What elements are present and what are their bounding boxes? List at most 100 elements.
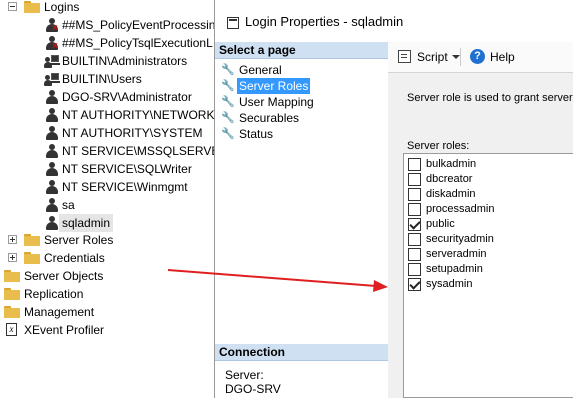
dialog-titlebar: Login Properties - sqladmin	[215, 0, 573, 43]
login-label: NT AUTHORITY\SYSTEM	[62, 126, 203, 140]
dialog-title: Login Properties - sqladmin	[245, 14, 404, 29]
role-label: setupadmin	[426, 263, 483, 275]
login-label: BUILTIN\Users	[62, 72, 142, 86]
folder-icon	[4, 270, 20, 282]
expand-icon[interactable]	[8, 253, 17, 262]
server-value: DGO-SRV	[225, 382, 281, 396]
role-checkbox[interactable]	[408, 173, 421, 186]
disabled-user-icon: ×	[44, 35, 60, 52]
tree-label: Server Objects	[24, 269, 104, 283]
login-label: NT SERVICE\MSSQLSERVER	[62, 144, 229, 158]
disabled-user-icon: ×	[44, 17, 60, 34]
expand-icon[interactable]	[8, 235, 17, 244]
server-label: Server:	[225, 368, 264, 382]
help-icon: ?	[470, 49, 485, 64]
login-label: sqladmin	[59, 214, 114, 232]
role-checkbox[interactable]	[408, 248, 421, 261]
tree-node-server-roles[interactable]: Server Roles	[0, 231, 214, 249]
window-icon	[227, 17, 239, 29]
role-checkbox[interactable]	[408, 233, 421, 246]
object-explorer-tree: Logins × ##MS_PolicyEventProcessin × ##MS_P…	[0, 0, 228, 398]
select-page-header: Select a page	[215, 42, 388, 59]
tree-node-logins[interactable]: Logins	[0, 0, 214, 16]
login-item[interactable]: NT AUTHORITY\SYSTEM	[0, 124, 214, 142]
folder-icon	[24, 252, 40, 264]
tree-label: Replication	[24, 287, 84, 301]
help-button[interactable]: ? Help	[470, 49, 520, 65]
role-checkbox[interactable]	[408, 158, 421, 171]
script-label: Script	[417, 50, 448, 64]
role-checkbox[interactable]	[408, 263, 421, 276]
login-label: BUILTIN\Administrators	[62, 54, 188, 68]
server-roles-page: Script ? Help Server role is used to gra…	[388, 42, 573, 398]
server-roles-description: Server role is used to grant server-w	[407, 92, 573, 104]
login-label: sa	[62, 198, 75, 212]
select-page-pane: Select a page 🔧 General 🔧 Server Roles 🔧 User…	[215, 42, 389, 398]
role-checkbox[interactable]	[408, 203, 421, 216]
login-item[interactable]: NT AUTHORITY\NETWORK	[0, 106, 214, 124]
role-checkbox[interactable]	[408, 218, 421, 231]
role-label: dbcreator	[426, 173, 473, 185]
login-item[interactable]: BUILTIN\Users	[0, 70, 214, 88]
page-label: General	[239, 63, 282, 77]
tree-label: XEvent Profiler	[24, 323, 105, 337]
login-item[interactable]: sqladmin	[0, 214, 214, 232]
collapse-icon[interactable]	[8, 2, 17, 11]
login-label: NT AUTHORITY\NETWORK	[62, 108, 215, 122]
wrench-icon: 🔧	[221, 128, 235, 140]
tree-node-management[interactable]: Management	[0, 303, 214, 321]
role-label: serveradmin	[426, 248, 487, 260]
chevron-down-icon[interactable]	[452, 55, 460, 59]
wrench-icon: 🔧	[221, 96, 235, 108]
help-label: Help	[490, 50, 515, 64]
page-label: Status	[239, 127, 274, 141]
dialog-toolbar: Script ? Help	[388, 42, 573, 73]
server-roles-label: Server roles:	[407, 140, 470, 152]
login-label: ##MS_PolicyEventProcessin	[62, 18, 216, 32]
script-button[interactable]: Script	[398, 49, 460, 65]
login-item[interactable]: NT SERVICE\SQLWriter	[0, 160, 214, 178]
user-icon	[44, 107, 60, 123]
tree-node-replication[interactable]: Replication	[0, 285, 214, 303]
user-icon	[44, 215, 60, 231]
wrench-icon: 🔧	[221, 80, 235, 92]
folder-icon	[4, 306, 20, 318]
page-label: Securables	[239, 111, 300, 125]
login-item[interactable]: BUILTIN\Administrators	[0, 52, 214, 70]
page-label: Server Roles	[237, 78, 311, 94]
tree-node-xevent-profiler[interactable]: x XEvent Profiler	[0, 321, 214, 339]
role-label: diskadmin	[426, 188, 476, 200]
role-label: securityadmin	[426, 233, 494, 245]
login-label: NT SERVICE\SQLWriter	[62, 162, 192, 176]
wrench-icon: 🔧	[221, 64, 235, 76]
login-item[interactable]: × ##MS_PolicyEventProcessin	[0, 16, 216, 34]
login-label: ##MS_PolicyTsqlExecutionL	[62, 36, 213, 50]
server-roles-list: bulkadmin dbcreator diskadmin processadmin p…	[403, 153, 573, 398]
tree-label: Credentials	[44, 251, 105, 265]
login-label: DGO-SRV\Administrator	[62, 90, 192, 104]
page-label: User Mapping	[239, 95, 314, 109]
wrench-icon: 🔧	[221, 112, 235, 124]
login-item[interactable]: DGO-SRV\Administrator	[0, 88, 214, 106]
user-icon	[44, 125, 60, 141]
folder-icon	[24, 234, 40, 246]
login-item[interactable]: NT SERVICE\Winmgmt	[0, 178, 214, 196]
windows-group-icon	[44, 53, 60, 69]
role-checkbox[interactable]	[408, 188, 421, 201]
role-label: sysadmin	[426, 278, 473, 290]
folder-icon	[4, 288, 20, 300]
role-label: processadmin	[426, 203, 495, 215]
tree-label: Logins	[44, 0, 80, 14]
role-label: bulkadmin	[426, 158, 477, 170]
tree-node-server-objects[interactable]: Server Objects	[0, 267, 214, 285]
login-item[interactable]: sa	[0, 196, 214, 214]
xevent-profiler-icon: x	[6, 323, 17, 336]
login-label: NT SERVICE\Winmgmt	[62, 180, 188, 194]
toolbar-separator	[460, 48, 461, 66]
login-item[interactable]: × ##MS_PolicyTsqlExecutionL	[0, 34, 214, 52]
user-icon	[44, 179, 60, 195]
tree-node-credentials[interactable]: Credentials	[0, 249, 214, 267]
login-item[interactable]: NT SERVICE\MSSQLSERVER	[0, 142, 228, 160]
user-icon	[44, 197, 60, 213]
role-checkbox[interactable]	[408, 278, 421, 291]
